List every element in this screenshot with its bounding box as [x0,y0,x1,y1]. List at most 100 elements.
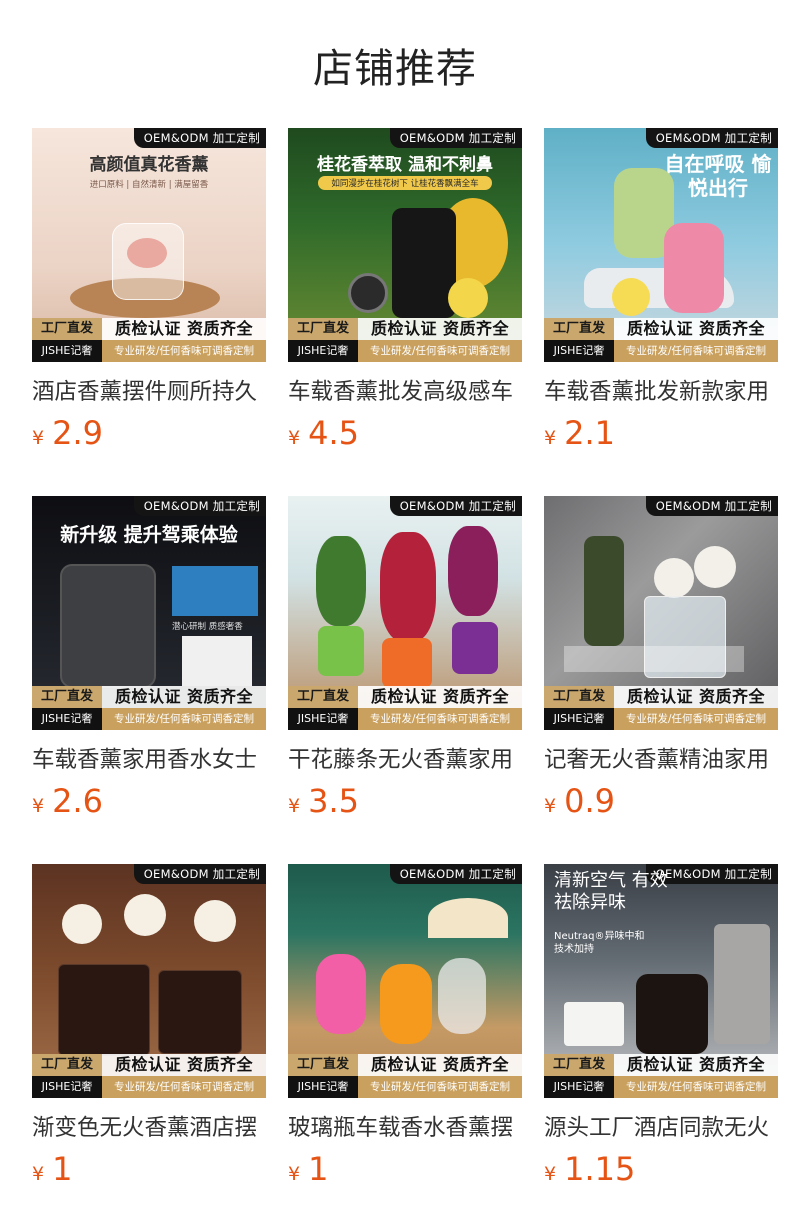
product-name[interactable]: 车载香薰批发新款家用 [544,376,778,408]
diffuser-bottle-right [158,970,242,1054]
currency-symbol: ¥ [544,1163,557,1185]
currency-symbol: ¥ [288,427,301,449]
quality-badge: 质检认证 资质齐全 [614,318,778,340]
perfume-bottle [60,564,156,688]
factory-direct-badge: 工厂直发 [32,686,102,708]
brand-badge: JISHE记奢 [32,708,102,730]
dropper-bottle [584,536,624,646]
product-price: ¥2.9 [32,414,103,452]
brand-badge: JISHE记奢 [288,708,358,730]
factory-direct-badge: 工厂直发 [288,318,358,340]
diffuser-bottle [636,974,708,1054]
badge-band: 工厂直发 质检认证 资质齐全 JISHE记奢 专业研发/任何香味可调香定制 [544,1054,778,1098]
product-card[interactable]: OEM&ODM 加工定制 自在呼吸 愉悦出行 工厂直发 质检认证 资质齐全 JI… [544,128,778,496]
product-image[interactable]: OEM&ODM 加工定制 桂花香萃取 温和不刺鼻 如同漫步在桂花树下 让桂花香飘… [288,128,522,362]
lemon [448,278,488,318]
page-title: 店铺推荐 [313,46,477,92]
brand-badge: JISHE记奢 [288,340,358,362]
product-image[interactable]: OEM&ODM 加工定制 工厂直发 质检认证 资质齐全 JISHE记奢 专业研发… [32,864,266,1098]
product-card[interactable]: OEM&ODM 加工定制 高颜值真花香薰 进口原料 | 自然清新 | 满屋留香 … [32,128,266,496]
product-image[interactable]: OEM&ODM 加工定制 清新空气 有效祛除异味 Neutraq®异味中和 技术… [544,864,778,1098]
pink-bottle [664,223,724,313]
oem-badge: OEM&ODM 加工定制 [389,128,522,148]
product-image[interactable]: OEM&ODM 加工定制 工厂直发 质检认证 资质齐全 JISHE记奢 专业研发… [544,496,778,730]
quality-badge: 质检认证 资质齐全 [614,1054,778,1076]
sola-flower [124,894,166,936]
perfume-bottle [392,208,456,318]
dried-flower-red [380,532,436,642]
product-image[interactable]: OEM&ODM 加工定制 自在呼吸 愉悦出行 工厂直发 质检认证 资质齐全 JI… [544,128,778,362]
quality-badge: 质检认证 资质齐全 [358,318,522,340]
price-value: 3.5 [308,782,359,820]
image-subtext: 如同漫步在桂花树下 让桂花香飘满全车 [318,176,492,190]
towels [564,1002,624,1046]
factory-direct-badge: 工厂直发 [288,1054,358,1076]
badge-band: 工厂直发 质检认证 资质齐全 JISHE记奢 专业研发/任何香味可调香定制 [288,318,522,362]
oem-badge: OEM&ODM 加工定制 [133,128,266,148]
currency-symbol: ¥ [32,427,45,449]
product-name[interactable]: 车载香薰批发高级感车 [288,376,522,408]
product-name[interactable]: 渐变色无火香薰酒店摆 [32,1112,266,1144]
rd-badge: 专业研发/任何香味可调香定制 [358,708,522,730]
image-headline: 自在呼吸 愉悦出行 [664,152,772,200]
towel-hanging [714,924,770,1044]
oem-badge: OEM&ODM 加工定制 [389,496,522,516]
product-card[interactable]: OEM&ODM 加工定制 工厂直发 质检认证 资质齐全 JISHE记奢 专业研发… [288,864,522,1232]
product-image[interactable]: OEM&ODM 加工定制 工厂直发 质检认证 资质齐全 JISHE记奢 专业研发… [288,496,522,730]
brand-badge: JISHE记奢 [544,340,614,362]
quality-badge: 质检认证 资质齐全 [358,686,522,708]
brand-badge: JISHE记奢 [544,1076,614,1098]
product-card[interactable]: OEM&ODM 加工定制 工厂直发 质检认证 资质齐全 JISHE记奢 专业研发… [288,496,522,864]
rd-badge: 专业研发/任何香味可调香定制 [614,340,778,362]
product-grid: OEM&ODM 加工定制 高颜值真花香薰 进口原料 | 自然清新 | 满屋留香 … [32,128,778,1232]
flower [127,238,167,268]
vent-clip [348,273,388,313]
oem-badge: OEM&ODM 加工定制 [133,864,266,884]
brand-badge: JISHE记奢 [544,708,614,730]
orange-jar [382,638,432,688]
currency-symbol: ¥ [288,795,301,817]
sola-flower [62,904,102,944]
product-card[interactable]: OEM&ODM 加工定制 工厂直发 质检认证 资质齐全 JISHE记奢 专业研发… [32,864,266,1232]
currency-symbol: ¥ [288,1163,301,1185]
badge-band: 工厂直发 质检认证 资质齐全 JISHE记奢 专业研发/任何香味可调香定制 [32,318,266,362]
factory-direct-badge: 工厂直发 [32,1054,102,1076]
rd-badge: 专业研发/任何香味可调香定制 [614,708,778,730]
product-image[interactable]: OEM&ODM 加工定制 高颜值真花香薰 进口原料 | 自然清新 | 满屋留香 … [32,128,266,362]
image-headline: 高颜值真花香薰 [89,155,209,175]
product-card[interactable]: OEM&ODM 加工定制 新升级 提升驾乘体验 潜心研制 质感奢香 工厂直发 质… [32,496,266,864]
product-card[interactable]: OEM&ODM 加工定制 清新空气 有效祛除异味 Neutraq®异味中和 技术… [544,864,778,1232]
product-price: ¥2.6 [32,782,103,820]
product-card[interactable]: OEM&ODM 加工定制 工厂直发 质检认证 资质齐全 JISHE记奢 专业研发… [544,496,778,864]
image-headline: 桂花香萃取 温和不刺鼻 [317,155,493,175]
oem-badge: OEM&ODM 加工定制 [645,496,778,516]
orange-bottle [380,964,432,1044]
product-name[interactable]: 酒店香薰摆件厕所持久 [32,376,266,408]
acrylic-shelf [564,646,744,672]
brand-badge: JISHE记奢 [32,340,102,362]
price-value: 2.1 [564,414,615,452]
badge-band: 工厂直发 质检认证 资质齐全 JISHE记奢 专业研发/任何香味可调香定制 [32,1054,266,1098]
product-name[interactable]: 记奢无火香薰精油家用 [544,744,778,776]
lamp [428,898,508,938]
pink-bottle [316,954,366,1034]
price-value: 4.5 [308,414,359,452]
product-name[interactable]: 玻璃瓶车载香水香薰摆 [288,1112,522,1144]
product-name[interactable]: 源头工厂酒店同款无火 [544,1112,778,1144]
diffuser-bottle-left [58,964,150,1056]
quality-badge: 质检认证 资质齐全 [102,686,266,708]
product-image[interactable]: OEM&ODM 加工定制 工厂直发 质检认证 资质齐全 JISHE记奢 专业研发… [288,864,522,1098]
rd-badge: 专业研发/任何香味可调香定制 [102,708,266,730]
product-name[interactable]: 车载香薰家用香水女士 [32,744,266,776]
brand-badge: JISHE记奢 [32,1076,102,1098]
product-name[interactable]: 干花藤条无火香薰家用 [288,744,522,776]
product-card[interactable]: OEM&ODM 加工定制 桂花香萃取 温和不刺鼻 如同漫步在桂花树下 让桂花香飘… [288,128,522,496]
product-price: ¥1.15 [544,1150,635,1188]
price-value: 1.15 [564,1150,636,1188]
oem-badge: OEM&ODM 加工定制 [645,128,778,148]
currency-symbol: ¥ [544,795,557,817]
price-value: 2.9 [52,414,103,452]
rd-badge: 专业研发/任何香味可调香定制 [614,1076,778,1098]
image-subtext: 潜心研制 质感奢香 [172,622,243,632]
product-image[interactable]: OEM&ODM 加工定制 新升级 提升驾乘体验 潜心研制 质感奢香 工厂直发 质… [32,496,266,730]
